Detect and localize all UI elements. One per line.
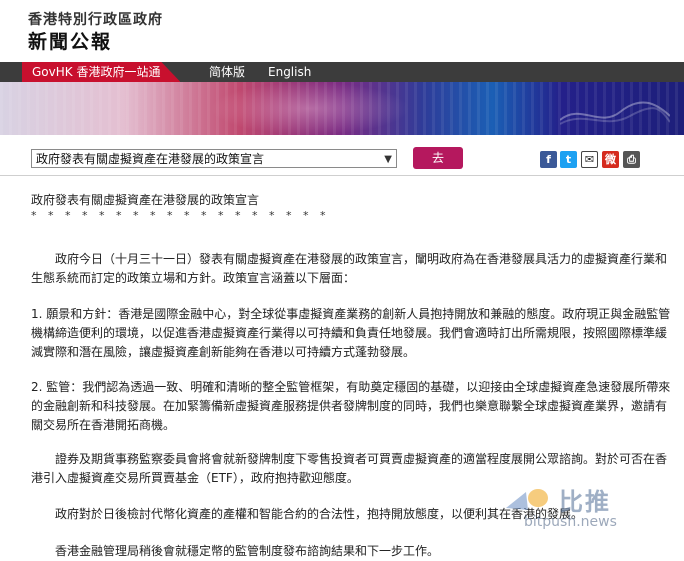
simplified-chinese-link[interactable]: 简体版 [209,62,245,82]
email-icon[interactable]: ✉ [581,151,598,168]
weibo-icon[interactable]: 微 [602,151,619,168]
govhk-link[interactable]: GovHK 香港政府一站通 [22,62,181,82]
top-navbar: GovHK 香港政府一站通 简体版 English [0,62,684,82]
facebook-icon[interactable]: f [540,151,557,168]
header-banner [0,82,684,135]
site-name: 香港特別行政區政府 [28,12,163,28]
watermark-url: bitpush.news [524,514,617,530]
paragraph-hkma: 香港金融管理局稍後會就穩定幣的監管制度發布諮詢結果和下一步工作。 [31,544,440,558]
paragraph-vision: 1. 願景和方針：香港是國際金融中心，對全球從事虛擬資產業務的創新人員抱持開放和… [31,307,671,359]
paragraph-intro: 政府今日（十月三十一日）發表有關虛擬資產在港發展的政策宣言，闡明政府為在香港發展… [31,252,668,285]
banner-wave-graphic [560,101,670,125]
article-title: 政府發表有關虛擬資產在港發展的政策宣言 [31,193,260,207]
go-button[interactable]: 去 [413,147,463,169]
release-select-value: 政府發表有關虛擬資產在港發展的政策宣言 [36,152,265,166]
english-link[interactable]: English [268,62,311,82]
print-icon[interactable]: ⎙ [623,151,640,168]
banner-glow [210,82,410,135]
twitter-icon[interactable]: t [560,151,577,168]
watermark-brand: 比推 [559,488,611,516]
bitpush-watermark: 比推 bitpush.news [500,482,680,542]
paragraph-regulation: 2. 監管：我們認為透過一致、明確和清晰的整全監管框架，有助奠定穩固的基礎，以迎… [31,380,671,432]
chevron-down-icon: ▼ [384,154,392,165]
release-toolbar: 政府發表有關虛擬資產在港發展的政策宣言 ▼ 去 f t ✉ 微 ⎙ [0,143,684,176]
title-separator: * * * * * * * * * * * * * * * * * * [31,209,330,222]
page-header: 香港特別行政區政府 新聞公報 [0,0,684,62]
bitpush-logo-icon [506,489,548,510]
section-title: 新聞公報 [28,31,113,53]
release-select[interactable]: 政府發表有關虛擬資產在港發展的政策宣言 ▼ [31,149,397,168]
